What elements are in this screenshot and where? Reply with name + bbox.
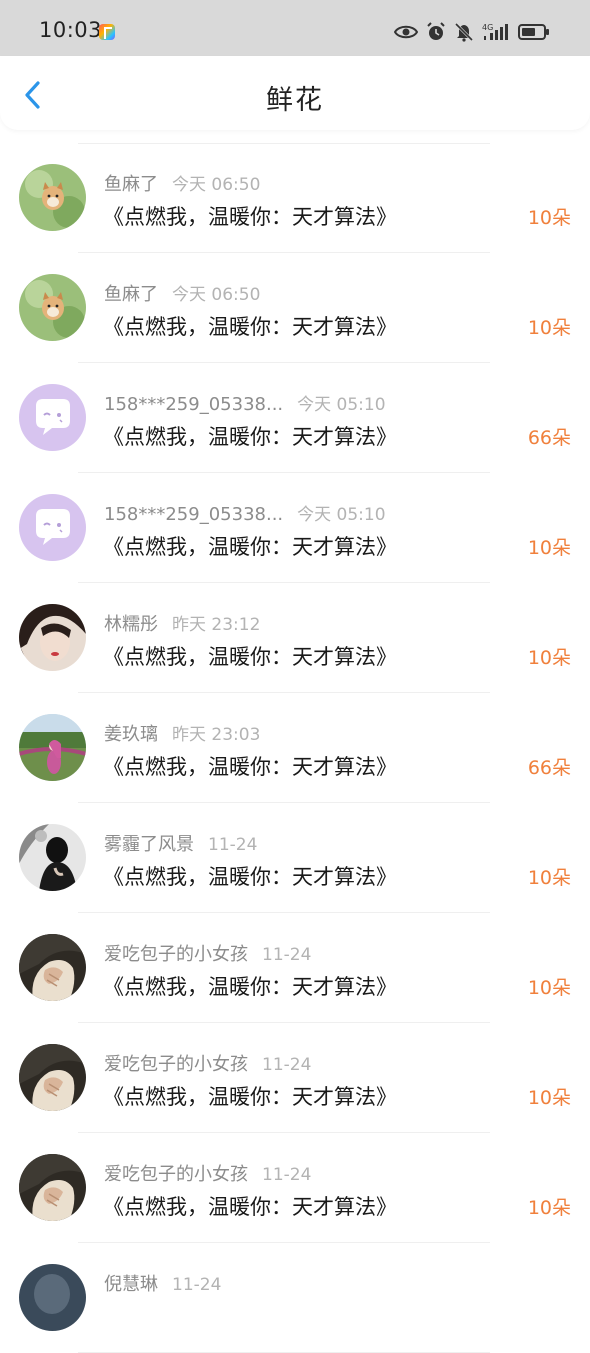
timestamp: 11-24 [262, 1165, 312, 1185]
flower-count: 10朵 [527, 977, 571, 999]
avatar[interactable] [19, 494, 86, 561]
username-text: 姜玖璃 [104, 724, 158, 745]
flower-count: 10朵 [527, 207, 571, 229]
gift-title: 《点燃我，温暖你：天才算法》 [103, 1195, 397, 1219]
username-text: 158***259_05338... [104, 394, 284, 415]
timestamp: 今天 05:10 [297, 505, 386, 525]
gift-title: 《点燃我，温暖你：天才算法》 [103, 645, 397, 669]
username: 爱吃包子的小女孩 11-24 [104, 1050, 311, 1076]
status-time: 10:03 [39, 18, 103, 42]
flower-count: 66朵 [527, 757, 571, 779]
username-text: 倪慧琳 [104, 1274, 158, 1295]
timestamp: 11-24 [262, 1055, 312, 1075]
timestamp: 今天 06:50 [172, 175, 261, 195]
avatar[interactable] [19, 384, 86, 451]
avatar[interactable] [19, 1044, 86, 1111]
flower-count: 10朵 [527, 317, 571, 339]
username: 林糯彤 昨天 23:12 [104, 610, 260, 636]
avatar-image [19, 824, 86, 891]
timestamp: 11-24 [208, 835, 258, 855]
nav-bar: 鲜花 [0, 56, 590, 130]
avatar-image [19, 1154, 86, 1221]
timestamp: 昨天 23:03 [172, 725, 261, 745]
avatar[interactable] [19, 164, 86, 231]
username-text: 鱼麻了 [104, 284, 158, 305]
list-item[interactable]: 爱吃包子的小女孩 11-24 《点燃我，温暖你：天才算法》 10朵 [0, 913, 590, 1023]
alarm-icon [427, 22, 445, 40]
eye-icon [394, 25, 418, 39]
list-item[interactable]: 158***259_05338... 今天 05:10 《点燃我，温暖你：天才算法》… [0, 473, 590, 583]
gift-title: 《点燃我，温暖你：天才算法》 [103, 1085, 397, 1109]
username: 158***259_05338... 今天 05:10 [104, 500, 386, 525]
flower-count: 10朵 [527, 1087, 571, 1109]
avatar[interactable] [19, 714, 86, 781]
battery-icon [518, 24, 549, 40]
username: 姜玖璃 昨天 23:03 [104, 720, 260, 746]
username: 爱吃包子的小女孩 11-24 [104, 1160, 311, 1186]
app-notification-icon [99, 24, 115, 40]
username-text: 鱼麻了 [104, 174, 158, 195]
list-item[interactable]: 爱吃包子的小女孩 11-24 《点燃我，温暖你：天才算法》 10朵 [0, 1133, 590, 1243]
list-item[interactable]: 158***259_05338... 今天 05:10 《点燃我，温暖你：天才算法》… [0, 363, 590, 473]
username-text: 爱吃包子的小女孩 [104, 1054, 248, 1075]
avatar[interactable] [19, 934, 86, 1001]
avatar-image [19, 604, 86, 671]
username-text: 158***259_05338... [104, 504, 284, 525]
username: 鱼麻了 今天 06:50 [104, 280, 260, 306]
list-item[interactable]: 爱吃包子的小女孩 11-24 《点燃我，温暖你：天才算法》 10朵 [0, 1023, 590, 1133]
flower-count: 10朵 [527, 647, 571, 669]
gift-title: 《点燃我，温暖你：天才算法》 [103, 535, 397, 559]
username-text: 爱吃包子的小女孩 [104, 1164, 248, 1185]
flower-count: 66朵 [527, 427, 571, 449]
avatar[interactable] [19, 274, 86, 341]
flower-count: 10朵 [527, 537, 571, 559]
page-title: 鲜花 [266, 85, 324, 116]
timestamp: 11-24 [262, 945, 312, 965]
avatar-image [19, 1264, 86, 1331]
timestamp: 昨天 23:12 [172, 615, 261, 635]
gift-title: 《点燃我，温暖你：天才算法》 [103, 865, 397, 889]
avatar-image [19, 274, 86, 341]
gift-title: 《点燃我，温暖你：天才算法》 [103, 975, 397, 999]
status-bar: 10:03 4G [0, 0, 590, 56]
timestamp: 今天 05:10 [297, 395, 386, 415]
list-item[interactable]: 林糯彤 昨天 23:12 《点燃我，温暖你：天才算法》 10朵 [0, 583, 590, 693]
avatar[interactable] [19, 1264, 86, 1331]
list-item[interactable]: 姜玖璃 昨天 23:03 《点燃我，温暖你：天才算法》 66朵 [0, 693, 590, 803]
avatar[interactable] [19, 1154, 86, 1221]
mute-bell-icon [454, 22, 474, 42]
gift-title: 《点燃我，温暖你：天才算法》 [103, 425, 397, 449]
status-icons: 4G [394, 20, 550, 44]
signal-4g-icon: 4G [482, 23, 508, 40]
list-item[interactable]: 雾霾了风景 11-24 《点燃我，温暖你：天才算法》 10朵 [0, 803, 590, 913]
avatar[interactable] [19, 604, 86, 671]
list-item[interactable]: 鱼麻了 今天 06:50 《点燃我，温暖你：天才算法》 10朵 [0, 143, 590, 253]
flower-count: 10朵 [527, 867, 571, 889]
username: 爱吃包子的小女孩 11-24 [104, 940, 311, 966]
avatar-image [19, 714, 86, 781]
gift-list: 鱼麻了 今天 06:50 《点燃我，温暖你：天才算法》 10朵 鱼麻了 今天 06:50… [0, 143, 590, 1353]
gift-title: 《点燃我，温暖你：天才算法》 [103, 205, 397, 229]
avatar[interactable] [19, 824, 86, 891]
avatar-image [19, 384, 86, 451]
svg-text:4G: 4G [482, 23, 493, 32]
avatar-image [19, 164, 86, 231]
username: 倪慧琳 11-24 [104, 1270, 221, 1296]
gift-title: 《点燃我，温暖你：天才算法》 [103, 315, 397, 339]
timestamp: 11-24 [172, 1275, 222, 1295]
timestamp: 今天 06:50 [172, 285, 261, 305]
list-item[interactable]: 鱼麻了 今天 06:50 《点燃我，温暖你：天才算法》 10朵 [0, 253, 590, 363]
list-item[interactable]: 倪慧琳 11-24 [0, 1243, 590, 1353]
avatar-image [19, 1044, 86, 1111]
username: 158***259_05338... 今天 05:10 [104, 390, 386, 415]
avatar-image [19, 934, 86, 1001]
flower-count: 10朵 [527, 1197, 571, 1219]
username-text: 雾霾了风景 [104, 834, 194, 855]
username: 雾霾了风景 11-24 [104, 830, 257, 856]
username: 鱼麻了 今天 06:50 [104, 170, 260, 196]
gift-title: 《点燃我，温暖你：天才算法》 [103, 755, 397, 779]
username-text: 爱吃包子的小女孩 [104, 944, 248, 965]
username-text: 林糯彤 [104, 614, 158, 635]
avatar-image [19, 494, 86, 561]
